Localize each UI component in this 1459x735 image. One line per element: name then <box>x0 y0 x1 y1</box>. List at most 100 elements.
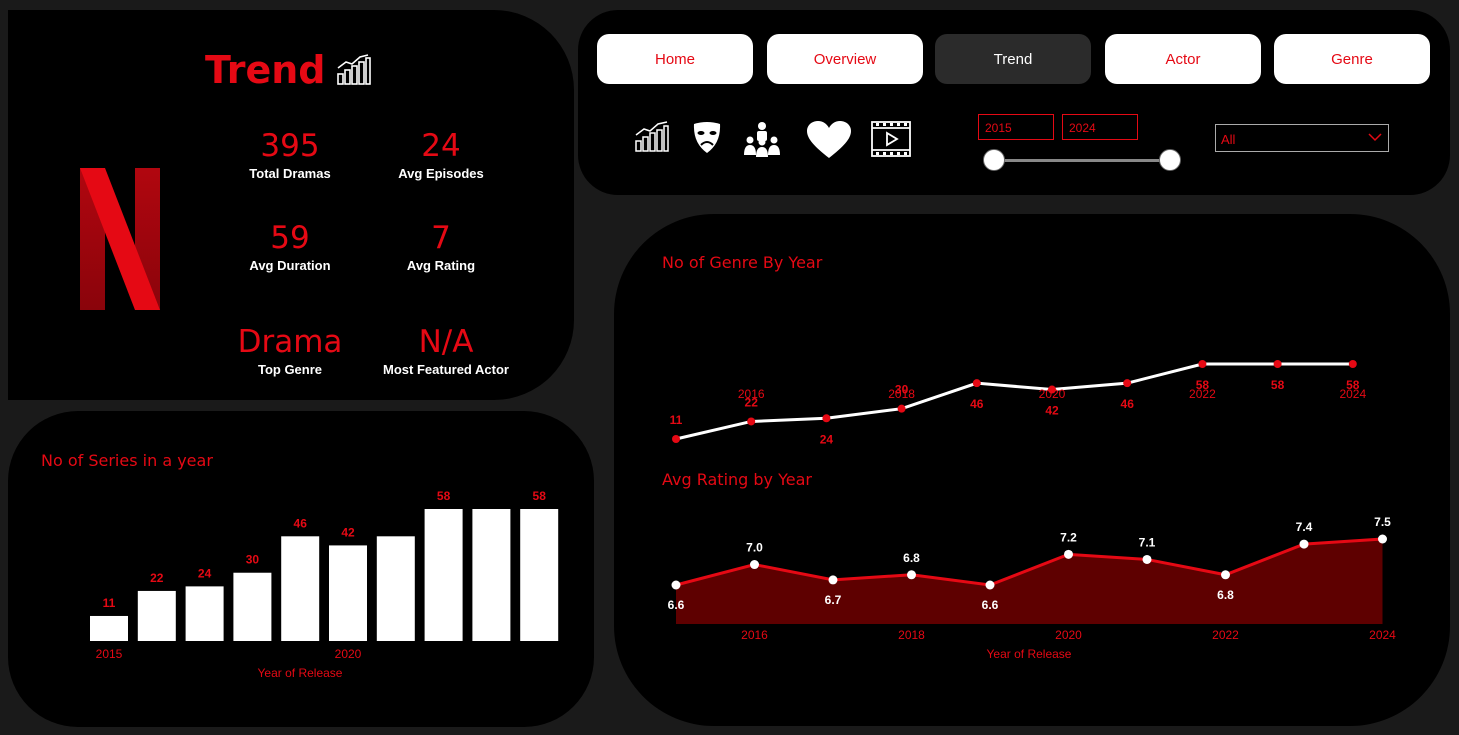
kpi-value: 24 <box>421 128 461 164</box>
x-tick-label: 2024 <box>1369 628 1396 642</box>
data-label: 6.8 <box>1217 588 1234 602</box>
kpi-top-genre: Drama Top Genre <box>210 324 370 377</box>
x-tick-label: 2020 <box>1055 628 1082 642</box>
data-label: 6.7 <box>825 593 842 607</box>
data-point <box>972 379 981 388</box>
genre-dropdown-value: All <box>1221 132 1236 147</box>
x-tick-label: 2018 <box>888 387 915 401</box>
video-play-icon[interactable] <box>871 121 911 157</box>
bar <box>329 545 367 641</box>
data-point <box>671 580 681 590</box>
kpi-most-featured-actor: N/A Most Featured Actor <box>371 324 521 377</box>
area-fill <box>676 539 1383 624</box>
x-tick-label: 2020 <box>1039 387 1066 401</box>
rating-area-chart: 6.6 7.0 6.7 6.8 6.6 7.2 7.1 6.8 7.4 7.5 2016 2018 20… <box>668 515 1397 661</box>
kpi-avg-rating: 7 Avg Rating <box>366 220 516 273</box>
x-tick-label: 2024 <box>1339 387 1366 401</box>
data-label: 58 <box>1271 378 1285 392</box>
x-axis-label: Year of Release <box>258 666 343 680</box>
data-point <box>828 575 838 585</box>
data-label: 42 <box>341 525 355 539</box>
data-label: 11 <box>670 413 683 427</box>
data-point <box>672 435 680 443</box>
x-tick-label: 2018 <box>898 628 925 642</box>
year-end-input[interactable]: 2024 <box>1062 114 1138 140</box>
kpi-label: Avg Episodes <box>398 166 484 181</box>
data-label: 22 <box>150 571 164 585</box>
data-point <box>897 404 906 413</box>
data-point <box>1378 534 1387 544</box>
genre-dropdown[interactable]: All <box>1215 124 1389 152</box>
data-label: 7.2 <box>1060 530 1077 544</box>
bar <box>233 572 272 641</box>
kpi-value: Drama <box>237 324 343 360</box>
nav-actor-button[interactable]: Actor <box>1105 34 1261 84</box>
netflix-logo <box>80 168 160 310</box>
data-label: 58 <box>533 489 547 503</box>
kpi-value: 59 <box>270 220 310 256</box>
series-chart-panel: No of Series in a year 11 22 24 30 46 42 58 58 2… <box>8 411 594 727</box>
data-point <box>1123 379 1132 388</box>
year-slider-start-handle[interactable] <box>983 149 1005 171</box>
x-tick-label: 2022 <box>1189 387 1216 401</box>
kpi-value: 395 <box>260 128 320 164</box>
data-point <box>907 570 916 580</box>
kpi-value: 7 <box>431 220 451 256</box>
trend-chart-icon <box>337 54 371 85</box>
data-label: 24 <box>198 566 212 580</box>
data-point <box>1273 360 1282 368</box>
kpi-value: N/A <box>418 324 474 360</box>
kpi-avg-episodes: 24 Avg Episodes <box>366 128 516 181</box>
year-start-input[interactable]: 2015 <box>978 114 1054 140</box>
data-label: 11 <box>103 596 116 610</box>
data-point <box>1299 539 1309 549</box>
x-tick-label: 2022 <box>1212 628 1239 642</box>
data-label: 6.6 <box>668 598 685 612</box>
kpi-total-dramas: 395 Total Dramas <box>215 128 365 181</box>
trend-charts-panel: No of Genre By Year Avg Rating by Year 1… <box>614 214 1450 726</box>
kpi-label: Total Dramas <box>249 166 331 181</box>
kpi-label: Top Genre <box>257 362 323 377</box>
data-point <box>747 417 756 426</box>
data-point <box>1198 360 1207 368</box>
data-label: 42 <box>1045 404 1059 418</box>
bar <box>472 509 511 641</box>
x-tick-label: 2016 <box>741 628 768 642</box>
data-label: 30 <box>246 553 260 567</box>
data-point <box>750 560 759 570</box>
data-label: 46 <box>294 516 308 530</box>
trend-chart-icon[interactable] <box>635 121 669 153</box>
nav-home-button[interactable]: Home <box>597 34 753 84</box>
data-label: 46 <box>970 397 984 411</box>
data-label: 46 <box>1121 397 1135 411</box>
bar <box>90 615 128 641</box>
navigation-panel: Home Overview Trend Actor Genre 2015 202… <box>578 10 1450 195</box>
bar <box>424 509 463 641</box>
year-slider-end-handle[interactable] <box>1159 149 1181 171</box>
nav-overview-button[interactable]: Overview <box>767 34 923 84</box>
series-line <box>675 362 1353 441</box>
drama-mask-icon[interactable] <box>692 121 722 155</box>
nav-trend-button[interactable]: Trend <box>935 34 1091 84</box>
data-point <box>1064 549 1073 559</box>
x-tick-label: 2016 <box>738 387 765 401</box>
data-label: 7.0 <box>746 541 763 555</box>
x-axis-label: Year of Release <box>987 647 1072 661</box>
kpi-label: Avg Duration <box>249 258 331 273</box>
bar <box>376 536 415 641</box>
data-label: 58 <box>437 489 451 503</box>
kpi-avg-duration: 59 Avg Duration <box>215 220 365 273</box>
kpi-label: Most Featured Actor <box>383 362 509 377</box>
nav-genre-button[interactable]: Genre <box>1274 34 1430 84</box>
data-label: 6.8 <box>903 551 920 565</box>
data-point <box>985 580 995 590</box>
year-slider-track[interactable] <box>994 159 1170 162</box>
series-bar-chart: 11 22 24 30 46 42 58 58 2015 2020 Year of Release <box>90 489 559 680</box>
audience-icon[interactable] <box>744 121 780 157</box>
chart-title: No of Genre By Year <box>662 253 823 272</box>
chevron-down-icon <box>1368 133 1382 142</box>
x-tick-label: 2015 <box>96 647 123 661</box>
bar <box>185 586 224 641</box>
page-title: Trend <box>205 48 326 92</box>
heart-icon[interactable] <box>807 121 851 159</box>
